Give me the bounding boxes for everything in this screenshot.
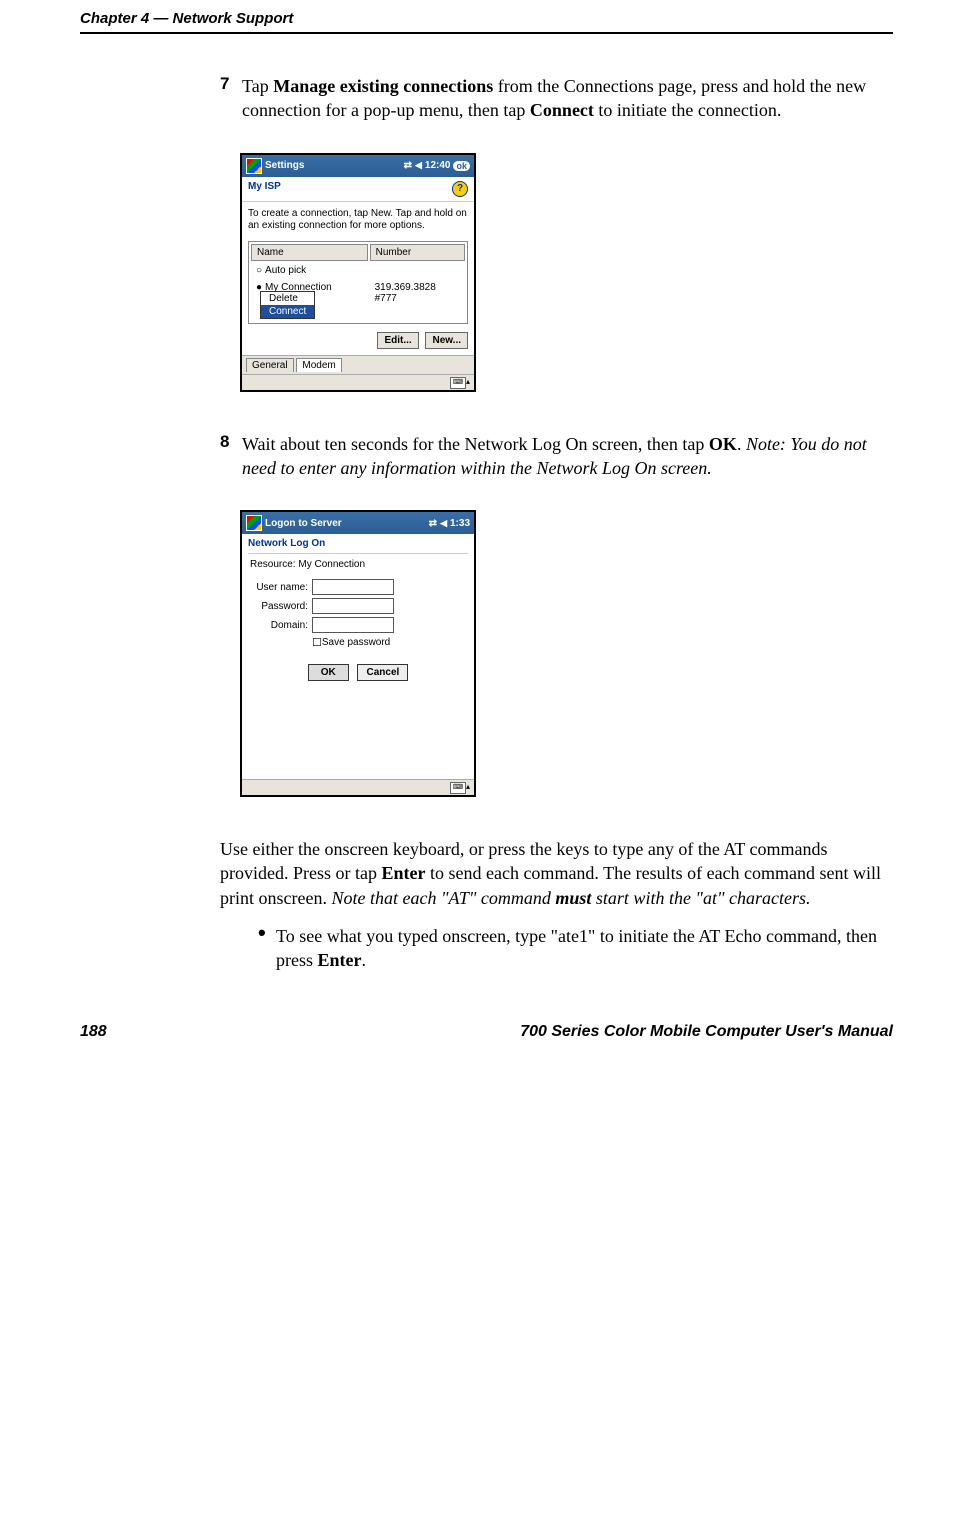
header-dash: — bbox=[149, 10, 172, 27]
col-name[interactable]: Name bbox=[251, 244, 368, 261]
tab-modem[interactable]: Modem bbox=[296, 358, 341, 372]
step-8-text: Wait about ten seconds for the Network L… bbox=[242, 432, 882, 481]
titlebar-title: Settings bbox=[265, 160, 304, 171]
my-isp-heading: My ISP bbox=[248, 181, 281, 197]
must-label: must bbox=[555, 888, 591, 908]
speaker-icon[interactable] bbox=[440, 518, 447, 529]
logon-screenshot: Logon to Server 1:33 Network Log On Reso… bbox=[240, 510, 476, 797]
header-title: Network Support bbox=[173, 10, 294, 27]
header-rule bbox=[80, 32, 893, 34]
chapter-label: Chapter 4 bbox=[80, 10, 149, 27]
radio-unselected-icon[interactable] bbox=[256, 265, 265, 276]
table-row: My Connection Delete Connect 319.369.382… bbox=[251, 280, 465, 321]
step-7-text: Tap Manage existing connections from the… bbox=[242, 74, 882, 123]
edit-button[interactable]: Edit... bbox=[377, 332, 418, 349]
cancel-button[interactable]: Cancel bbox=[357, 664, 408, 681]
password-input[interactable] bbox=[312, 598, 394, 614]
start-icon[interactable] bbox=[246, 515, 262, 531]
connectivity-icon[interactable] bbox=[429, 518, 437, 529]
page-number: 188 bbox=[80, 1023, 107, 1041]
new-button[interactable]: New... bbox=[425, 332, 468, 349]
context-menu: Delete Connect bbox=[260, 291, 315, 319]
tab-general[interactable]: General bbox=[246, 358, 294, 372]
ok-label: OK bbox=[709, 434, 737, 454]
username-input[interactable] bbox=[312, 579, 394, 595]
username-label: User name: bbox=[250, 582, 312, 593]
savepw-label: Save password bbox=[322, 637, 390, 648]
menu-connect[interactable]: Connect bbox=[261, 305, 314, 318]
step-7-number: 7 bbox=[220, 74, 238, 94]
keyboard-icon[interactable]: ⌨ bbox=[450, 782, 466, 794]
help-icon[interactable]: ? bbox=[452, 181, 468, 197]
connectivity-icon[interactable] bbox=[404, 160, 412, 171]
savepw-checkbox[interactable] bbox=[312, 636, 322, 649]
resource-value: My Connection bbox=[298, 559, 365, 570]
sip-arrow-icon[interactable]: ▴ bbox=[466, 782, 470, 791]
connect-label: Connect bbox=[530, 100, 594, 120]
network-logon-heading: Network Log On bbox=[248, 534, 468, 554]
doc-title: 700 Series Color Mobile Computer User's … bbox=[520, 1023, 893, 1041]
settings-screenshot: Settings 12:40 ok My ISP ? To create a c… bbox=[240, 153, 476, 392]
speaker-icon[interactable] bbox=[415, 160, 422, 171]
menu-delete[interactable]: Delete bbox=[261, 292, 314, 305]
table-row: Auto pick bbox=[251, 263, 465, 278]
resource-label: Resource: bbox=[250, 559, 298, 570]
domain-label: Domain: bbox=[250, 620, 312, 631]
bullet-text: To see what you typed onscreen, type "at… bbox=[276, 924, 893, 973]
col-number[interactable]: Number bbox=[370, 244, 465, 261]
sip-arrow-icon[interactable]: ▴ bbox=[466, 377, 470, 386]
ok-button[interactable]: ok bbox=[453, 161, 470, 171]
enter-label-1: Enter bbox=[381, 863, 425, 883]
titlebar-time: 12:40 bbox=[425, 160, 451, 171]
hint-text: To create a connection, tap New. Tap and… bbox=[248, 208, 468, 233]
enter-label-2: Enter bbox=[318, 950, 362, 970]
ok-button[interactable]: OK bbox=[308, 664, 349, 681]
titlebar-title: Logon to Server bbox=[265, 518, 342, 529]
phone-1: 319.369.3828 bbox=[375, 282, 460, 293]
connections-table: Name Number Auto pick My Connection Dele… bbox=[248, 241, 468, 324]
password-label: Password: bbox=[250, 601, 312, 612]
phone-2: #777 bbox=[375, 293, 460, 304]
at-commands-para: Use either the onscreen keyboard, or pre… bbox=[220, 837, 893, 910]
start-icon[interactable] bbox=[246, 158, 262, 174]
step-8-number: 8 bbox=[220, 432, 238, 452]
keyboard-icon[interactable]: ⌨ bbox=[450, 377, 466, 389]
domain-input[interactable] bbox=[312, 617, 394, 633]
bullet-icon: • bbox=[258, 924, 276, 973]
titlebar-time: 1:33 bbox=[450, 518, 470, 529]
manage-existing-conn-label: Manage existing connections bbox=[273, 76, 493, 96]
